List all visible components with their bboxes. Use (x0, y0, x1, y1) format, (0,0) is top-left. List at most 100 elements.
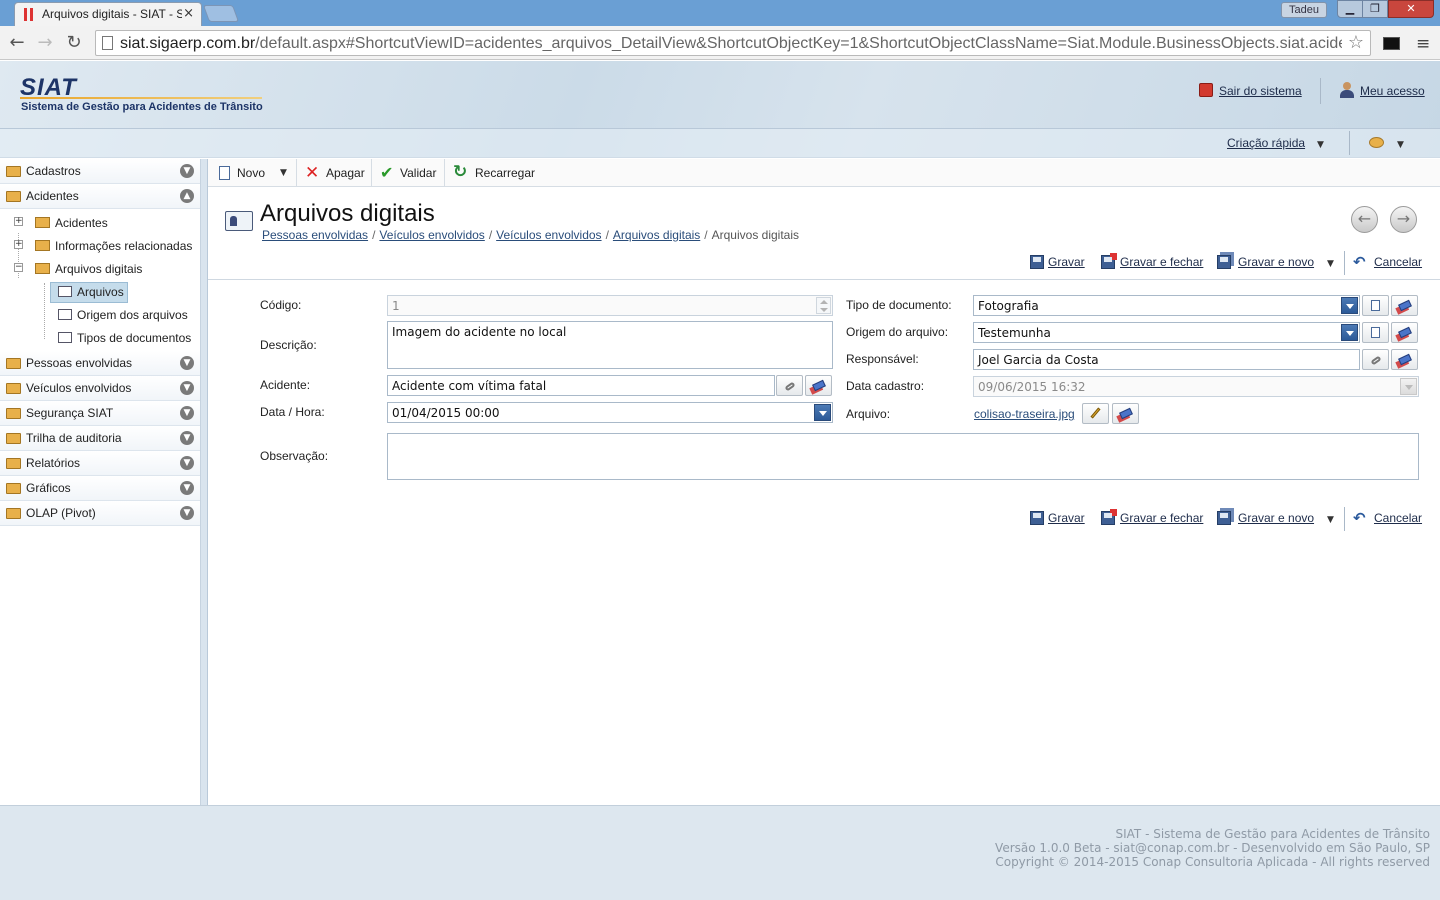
arquivo-edit-button[interactable] (1082, 403, 1109, 424)
logout-link[interactable]: Sair do sistema (1219, 84, 1302, 98)
breadcrumb-link-arquivos-digitais[interactable]: Arquivos digitais (613, 228, 700, 242)
user-icon[interactable] (1340, 82, 1354, 98)
window-minimize-button[interactable]: ▁ (1337, 0, 1363, 18)
tree-item-origem-dos-arquivos[interactable]: Origem dos arquivos (0, 305, 200, 326)
arquivo-clear-button[interactable] (1112, 403, 1139, 424)
save-and-new-link[interactable]: Gravar e novo (1238, 255, 1314, 269)
address-url[interactable]: siat.sigaerp.com.br/default.aspx#Shortcu… (120, 35, 1342, 53)
window-maximize-button[interactable]: ❐ (1362, 0, 1388, 18)
tab-favicon-icon (24, 8, 33, 21)
observacao-field[interactable] (387, 433, 1419, 480)
breadcrumb-link-veiculos-envolvidos[interactable]: Veículos envolvidos (379, 228, 484, 242)
nav-group-veiculos-envolvidos[interactable]: Veículos envolvidos ▼ (0, 376, 200, 401)
responsavel-link-button[interactable] (1362, 349, 1389, 370)
validate-button[interactable]: ✔ Validar (372, 159, 445, 187)
codigo-value: 1 (392, 299, 400, 313)
tipo-documento-dropdown-icon[interactable] (1341, 297, 1358, 314)
datahora-dropdown-icon[interactable] (814, 404, 831, 421)
new-button[interactable]: Novo ▼ (208, 159, 297, 187)
acidente-link-button[interactable] (776, 375, 803, 396)
refresh-icon: ↻ (453, 162, 468, 182)
responsavel-clear-button[interactable] (1391, 349, 1418, 370)
new-button-label: Novo (237, 166, 266, 180)
save-and-new-link-bottom[interactable]: Gravar e novo (1238, 511, 1314, 525)
save-link-bottom[interactable]: Gravar (1048, 511, 1085, 525)
tree-expand-icon[interactable]: + (14, 240, 23, 249)
my-access-link[interactable]: Meu acesso (1360, 84, 1425, 98)
acidente-clear-button[interactable] (805, 375, 832, 396)
breadcrumb-link-pessoas-envolvidas[interactable]: Pessoas envolvidas (262, 228, 368, 242)
cancel-link[interactable]: Cancelar (1374, 255, 1422, 269)
sidebar-splitter[interactable] (201, 159, 208, 805)
nav-group-relatorios[interactable]: Relatórios ▼ (0, 451, 200, 476)
browser-user-badge[interactable]: Tadeu (1281, 2, 1327, 18)
expand-icon[interactable]: ▼ (180, 456, 194, 470)
tree-item-arquivos-digitais[interactable]: − Arquivos digitais (14, 259, 200, 280)
breadcrumb-link-veiculos-envolvidos-2[interactable]: Veículos envolvidos (496, 228, 601, 242)
expand-icon[interactable]: ▼ (180, 431, 194, 445)
save-new-chevron-down-icon[interactable]: ▼ (1327, 259, 1334, 269)
quick-create-chevron-down-icon[interactable]: ▼ (1317, 140, 1324, 150)
responsavel-field[interactable]: Joel Garcia da Costa (973, 349, 1360, 370)
theme-palette-icon[interactable] (1369, 137, 1384, 148)
descricao-field[interactable]: Imagem do acidente no local (387, 321, 833, 369)
app-header: SIAT Sistema de Gestão para Acidentes de… (0, 61, 1440, 158)
tree-item-acidentes[interactable]: + Acidentes (14, 213, 200, 234)
delete-button[interactable]: ✕ Apagar (297, 159, 372, 187)
collapse-icon[interactable]: ▲ (180, 189, 194, 203)
origem-arquivo-select[interactable]: Testemunha (973, 322, 1360, 343)
bookmark-star-icon[interactable]: ☆ (1348, 32, 1364, 53)
tree-item-tipos-de-documentos[interactable]: Tipos de documentos (0, 328, 200, 349)
expand-icon[interactable]: ▼ (180, 506, 194, 520)
save-new-chevron-down-icon[interactable]: ▼ (1327, 515, 1334, 525)
origem-arquivo-clear-button[interactable] (1391, 322, 1418, 343)
address-bar[interactable]: siat.sigaerp.com.br/default.aspx#Shortcu… (95, 30, 1371, 56)
tipo-documento-select[interactable]: Fotografia (973, 295, 1360, 316)
nav-group-pessoas-envolvidas[interactable]: Pessoas envolvidas ▼ (0, 351, 200, 376)
browser-tab[interactable]: Arquivos digitais - SIAT - S × (14, 2, 202, 26)
tree-item-arquivos[interactable]: Arquivos (0, 282, 200, 303)
window-close-button[interactable]: ✕ (1388, 0, 1434, 18)
acidente-field[interactable]: Acidente com vítima fatal (387, 375, 775, 396)
expand-icon[interactable]: ▼ (180, 356, 194, 370)
nav-group-graficos[interactable]: Gráficos ▼ (0, 476, 200, 501)
previous-record-button[interactable]: ← (1351, 206, 1378, 233)
exit-icon[interactable] (1199, 83, 1213, 97)
expand-icon[interactable]: ▼ (180, 164, 194, 178)
arquivo-file-link[interactable]: colisao-traseira.jpg (974, 407, 1075, 421)
save-bar-divider (1344, 507, 1345, 531)
tipo-documento-clear-button[interactable] (1391, 295, 1418, 316)
extension-icon[interactable] (1383, 37, 1400, 50)
reload-button[interactable]: ↻ Recarregar (445, 159, 540, 187)
nav-group-seguranca-siat[interactable]: Segurança SIAT ▼ (0, 401, 200, 426)
new-tab-button[interactable] (202, 5, 240, 22)
expand-icon[interactable]: ▼ (180, 381, 194, 395)
quick-create-link[interactable]: Criação rápida (1227, 136, 1305, 150)
theme-chevron-down-icon[interactable]: ▼ (1397, 140, 1404, 150)
tipo-documento-new-button[interactable] (1362, 295, 1389, 316)
cancel-link-bottom[interactable]: Cancelar (1374, 511, 1422, 525)
save-link[interactable]: Gravar (1048, 255, 1085, 269)
save-and-close-link-bottom[interactable]: Gravar e fechar (1120, 511, 1203, 525)
origem-arquivo-new-button[interactable] (1362, 322, 1389, 343)
reload-icon[interactable]: ↻ (63, 32, 85, 53)
new-chevron-down-icon[interactable]: ▼ (280, 168, 287, 178)
folder-icon (6, 166, 21, 177)
datahora-field[interactable]: 01/04/2015 00:00 (387, 402, 833, 423)
tab-close-icon[interactable]: × (183, 6, 194, 21)
tree-collapse-icon[interactable]: − (14, 263, 23, 272)
tree-expand-icon[interactable]: + (14, 217, 23, 226)
next-record-button[interactable]: → (1390, 206, 1417, 233)
nav-group-cadastros[interactable]: Cadastros ▼ (0, 159, 200, 184)
expand-icon[interactable]: ▼ (180, 406, 194, 420)
tree-item-informacoes-relacionadas[interactable]: + Informações relacionadas (14, 236, 200, 257)
nav-group-olap-pivot[interactable]: OLAP (Pivot) ▼ (0, 501, 200, 526)
back-icon[interactable]: ← (6, 32, 28, 53)
browser-menu-icon[interactable]: ≡ (1416, 34, 1430, 54)
origem-arquivo-dropdown-icon[interactable] (1341, 324, 1358, 341)
forward-icon[interactable]: → (34, 32, 56, 53)
save-and-close-link[interactable]: Gravar e fechar (1120, 255, 1203, 269)
nav-group-acidentes[interactable]: Acidentes ▲ (0, 184, 200, 209)
expand-icon[interactable]: ▼ (180, 481, 194, 495)
nav-group-trilha-de-auditoria[interactable]: Trilha de auditoria ▼ (0, 426, 200, 451)
